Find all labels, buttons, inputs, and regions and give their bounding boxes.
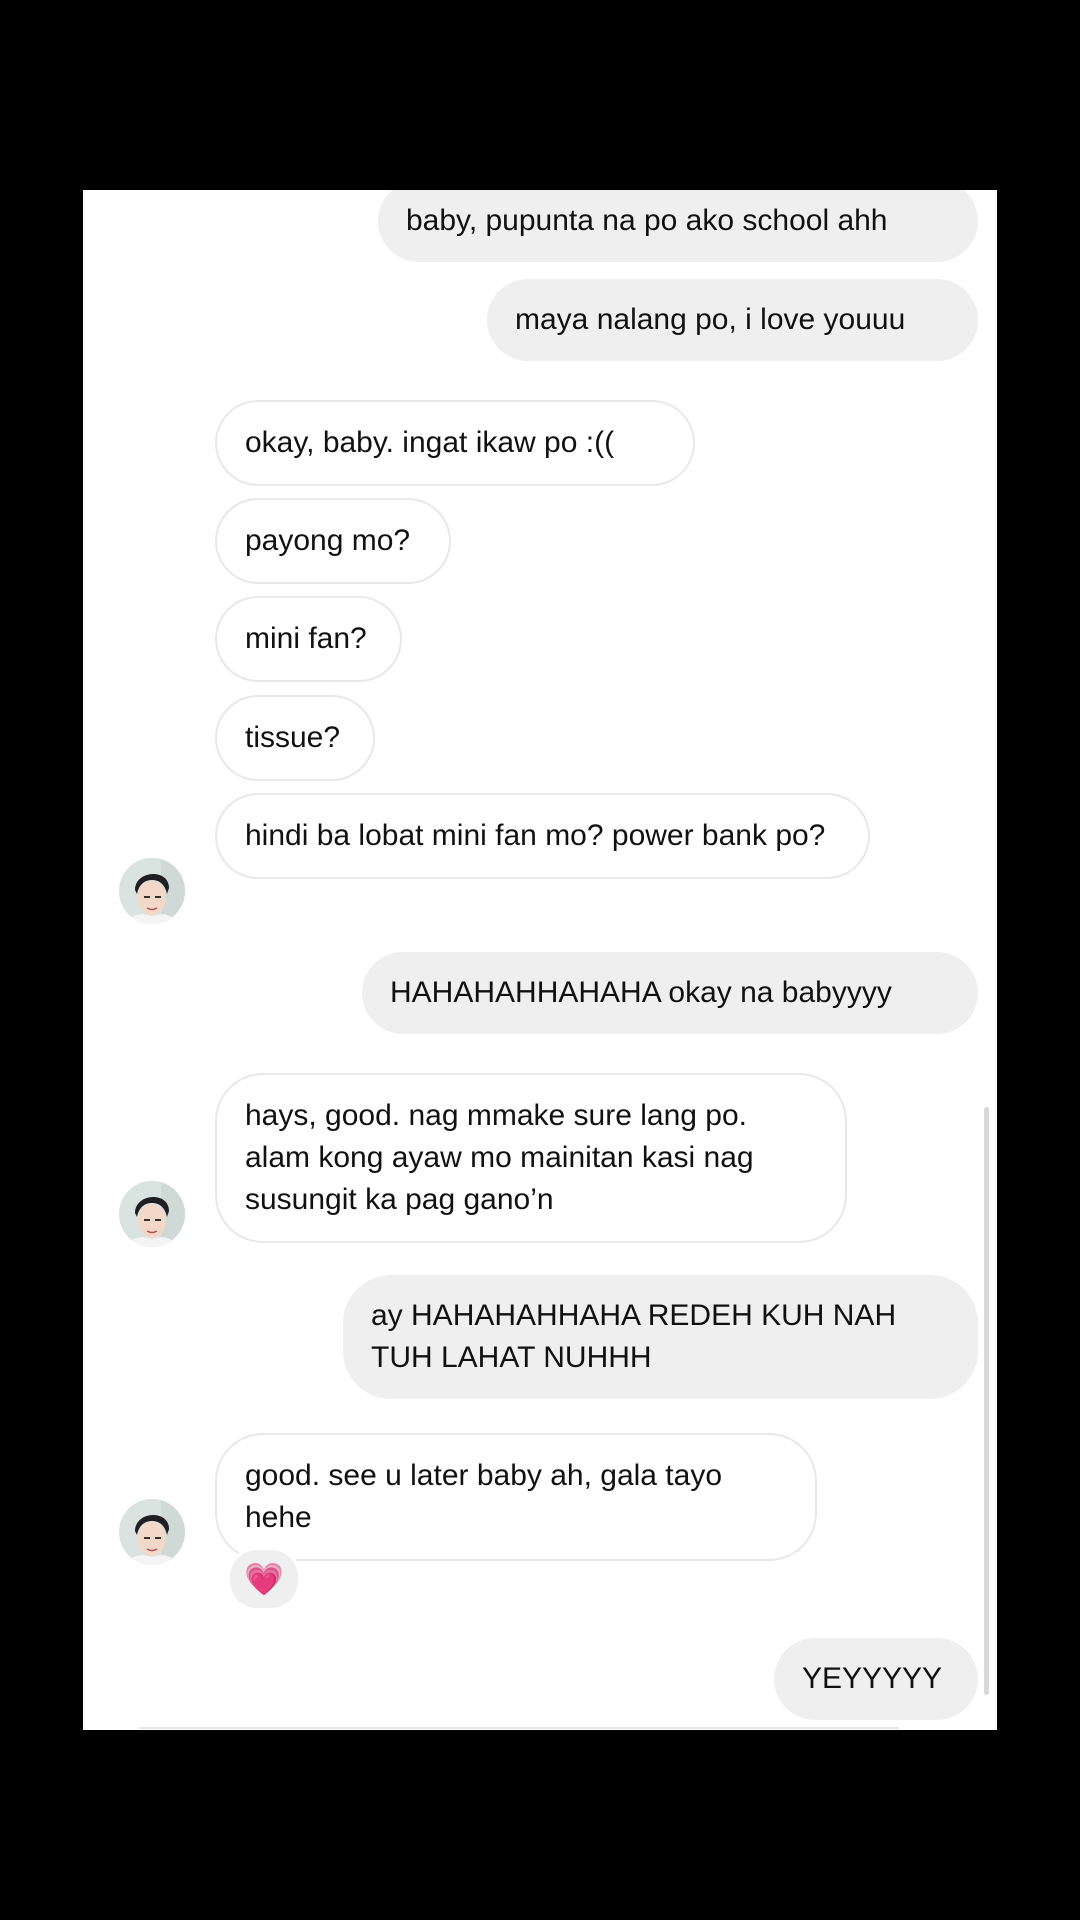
avatar-icon bbox=[119, 858, 185, 924]
chat-thread[interactable]: baby, pupunta na po ako school ahh maya … bbox=[83, 190, 997, 1730]
outgoing-message[interactable]: baby, pupunta na po ako school ahh bbox=[378, 190, 978, 262]
reaction-emoji: 💗 bbox=[244, 1561, 284, 1597]
outgoing-message[interactable]: YEYYYYY bbox=[774, 1638, 978, 1720]
contact-avatar[interactable] bbox=[119, 858, 185, 924]
incoming-message[interactable]: okay, baby. ingat ikaw po :(( bbox=[215, 400, 695, 486]
incoming-message[interactable]: tissue? bbox=[215, 695, 375, 781]
avatar-icon bbox=[119, 1181, 185, 1247]
incoming-message[interactable]: hays, good. nag mmake sure lang po. alam… bbox=[215, 1073, 847, 1243]
incoming-message[interactable]: good. see u later baby ah, gala tayo heh… bbox=[215, 1433, 817, 1561]
outgoing-message[interactable]: HAHAHAHHAHAHA okay na babyyyy bbox=[362, 952, 978, 1034]
incoming-message[interactable]: mini fan? bbox=[215, 596, 402, 682]
incoming-message[interactable]: hindi ba lobat mini fan mo? power bank p… bbox=[215, 793, 870, 879]
contact-avatar[interactable] bbox=[119, 1499, 185, 1565]
outgoing-message[interactable]: ay HAHAHAHHAHA REDEH KUH NAH TUH LAHAT N… bbox=[343, 1275, 978, 1399]
avatar-icon bbox=[119, 1499, 185, 1565]
contact-avatar[interactable] bbox=[119, 1181, 185, 1247]
scrollbar[interactable] bbox=[984, 1107, 989, 1695]
outgoing-message[interactable]: maya nalang po, i love youuu bbox=[487, 279, 978, 361]
incoming-message[interactable]: payong mo? bbox=[215, 498, 451, 584]
heart-reaction-icon[interactable]: 💗 bbox=[227, 1547, 301, 1611]
composer-divider bbox=[139, 1727, 899, 1729]
